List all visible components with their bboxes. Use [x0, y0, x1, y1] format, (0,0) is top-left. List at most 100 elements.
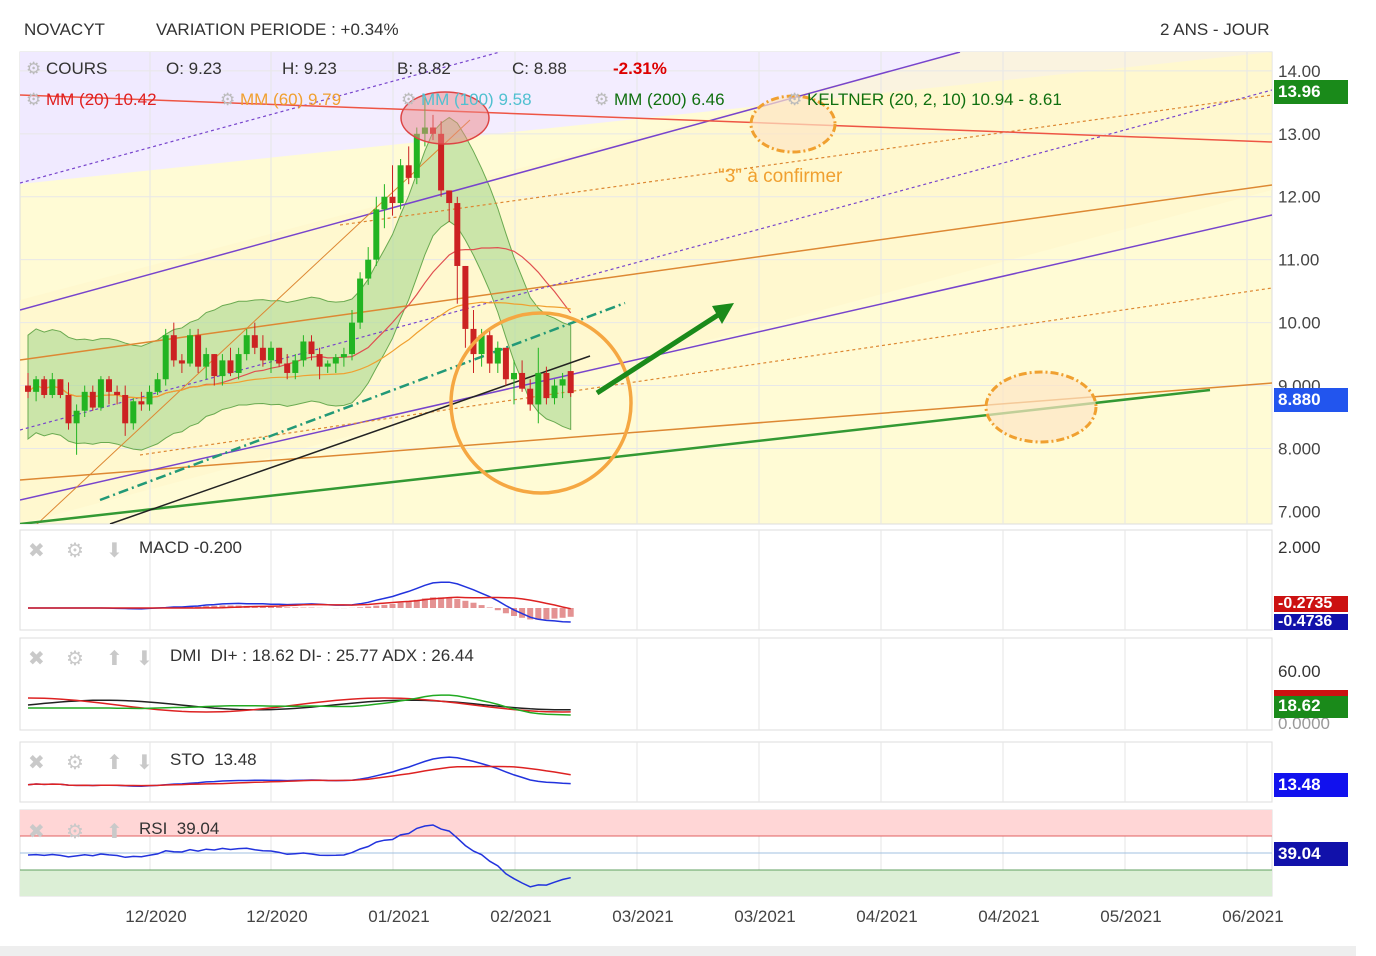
arrow-down-icon[interactable]: ⬇	[136, 750, 153, 775]
macd-histogram-bar	[446, 597, 453, 608]
gear-icon[interactable]: ⚙	[66, 819, 84, 844]
gear-icon[interactable]: ⚙	[66, 538, 84, 563]
macd-histogram-bar	[551, 608, 558, 619]
candle-body	[227, 360, 234, 373]
sto-legend: STO 13.48	[170, 750, 257, 769]
x-axis-label: 06/2021	[1222, 907, 1283, 926]
macd-histogram-bar	[567, 608, 574, 617]
indicator-panels	[19, 529, 1273, 897]
candle-body	[365, 259, 372, 279]
macd-histogram-bar	[292, 607, 299, 608]
arrow-up-icon[interactable]: ⬆	[106, 819, 123, 844]
gear-icon[interactable]: ⚙	[594, 90, 609, 109]
gear-icon[interactable]: ⚙	[220, 90, 235, 109]
candle-body	[292, 360, 299, 373]
gear-icon[interactable]: ⚙	[66, 646, 84, 671]
candle-body	[405, 165, 412, 178]
close-icon[interactable]: ✖	[28, 646, 45, 671]
macd-histogram-bar	[559, 608, 566, 618]
candle-body	[324, 363, 331, 367]
arrow-up-icon[interactable]: ⬆	[106, 750, 123, 775]
candle-body	[340, 354, 347, 358]
candle-body	[332, 357, 339, 364]
candle-body	[195, 335, 202, 367]
footer-bar	[0, 946, 1356, 956]
candle-body	[357, 278, 364, 323]
candle-body	[25, 385, 31, 392]
gear-icon[interactable]: ⚙	[66, 750, 84, 775]
arrow-down-icon[interactable]: ⬇	[106, 538, 123, 563]
mm20-legend[interactable]: ⚙ MM (20) 10.42	[26, 90, 157, 110]
candle-body	[397, 165, 404, 204]
cours-legend[interactable]: ⚙ COURS	[26, 59, 107, 79]
chart-canvas[interactable]: 13.0012.0011.0010.008.0007.00014.009.000…	[0, 0, 1376, 956]
candle-body	[454, 203, 461, 266]
gear-icon[interactable]: ⚙	[26, 59, 41, 78]
mm20-label: MM (20) 10.42	[45, 90, 157, 109]
price-axis-label: 11.00	[1278, 251, 1319, 270]
candle-body	[308, 341, 315, 355]
arrow-up-icon[interactable]: ⬆	[106, 646, 123, 671]
top-price-tag: 13.96	[1274, 80, 1348, 104]
close-icon[interactable]: ✖	[28, 538, 45, 563]
rsi-oversold-zone	[20, 870, 1272, 896]
arrow-down-icon[interactable]: ⬇	[136, 646, 153, 671]
candle-body	[122, 394, 129, 424]
cours-label: COURS	[45, 59, 108, 78]
mm200-legend[interactable]: ⚙ MM (200) 6.46	[594, 90, 725, 110]
macd-histogram-bar	[502, 608, 509, 614]
candle-body	[259, 347, 266, 361]
close-icon[interactable]: ✖	[28, 819, 45, 844]
macd-histogram-bar	[365, 606, 372, 608]
candle-body	[130, 401, 137, 424]
rsi-legend: RSI 39.04	[139, 819, 220, 838]
gear-icon[interactable]: ⚙	[401, 90, 416, 109]
high-value: H: 9.23	[282, 59, 337, 78]
close-icon[interactable]: ✖	[28, 750, 45, 775]
mm100-legend[interactable]: ⚙ MM (100) 9.58	[401, 90, 532, 110]
price-axis-label: 14.00	[1278, 62, 1321, 81]
dmi-tag: 18.62	[1274, 690, 1348, 718]
mm60-legend[interactable]: ⚙ MM (60) 9.79	[220, 90, 341, 110]
gear-icon[interactable]: ⚙	[26, 90, 41, 109]
macd-histogram-bar	[462, 600, 469, 608]
price-axis-label: 10.00	[1278, 314, 1321, 333]
macd-histogram-bar	[357, 607, 364, 608]
x-axis-label: 03/2021	[612, 907, 673, 926]
candle-body	[81, 391, 88, 411]
keltner-label: KELTNER (20, 2, 10) 10.94 - 8.61	[806, 90, 1062, 109]
candle-body	[106, 379, 112, 392]
candle-body	[373, 209, 380, 260]
candle-body	[300, 341, 307, 361]
candle-body	[49, 379, 56, 395]
candle-body	[41, 379, 48, 395]
gear-icon[interactable]: ⚙	[787, 90, 802, 109]
dmi-legend: DMI DI+ : 18.62 DI- : 25.77 ADX : 26.44	[170, 646, 474, 665]
macd-histogram-bar	[276, 606, 283, 608]
macd-histogram-bar	[373, 605, 380, 608]
candle-body	[170, 335, 177, 361]
macd-axis: 2.000	[1278, 538, 1321, 557]
price-axis-label: 13.00	[1278, 125, 1321, 144]
macd-histogram-bar	[454, 599, 461, 608]
macd-histogram-bar	[284, 607, 291, 608]
candle-body	[211, 354, 218, 377]
macd-histogram-bar	[405, 601, 412, 608]
candle-body	[502, 347, 509, 380]
x-axis-label: 12/2020	[246, 907, 307, 926]
keltner-legend[interactable]: ⚙ KELTNER (20, 2, 10) 10.94 - 8.61	[787, 90, 1062, 110]
macd-histogram-bar	[381, 604, 388, 608]
candle-body	[178, 360, 185, 364]
candle-body	[73, 410, 80, 424]
candle-body	[33, 379, 40, 392]
current-price-tag: 8.880	[1274, 388, 1348, 412]
candle-body	[511, 372, 517, 380]
candle-body	[203, 354, 210, 367]
candle-body	[138, 401, 145, 405]
macd-tag-1: -0.2735	[1274, 596, 1348, 612]
change-value: -2.31%	[613, 59, 667, 78]
price-axis-label: 12.00	[1278, 188, 1321, 207]
candle-body	[567, 371, 574, 394]
macd-histogram-bar	[389, 604, 396, 608]
candle-body	[162, 335, 169, 380]
